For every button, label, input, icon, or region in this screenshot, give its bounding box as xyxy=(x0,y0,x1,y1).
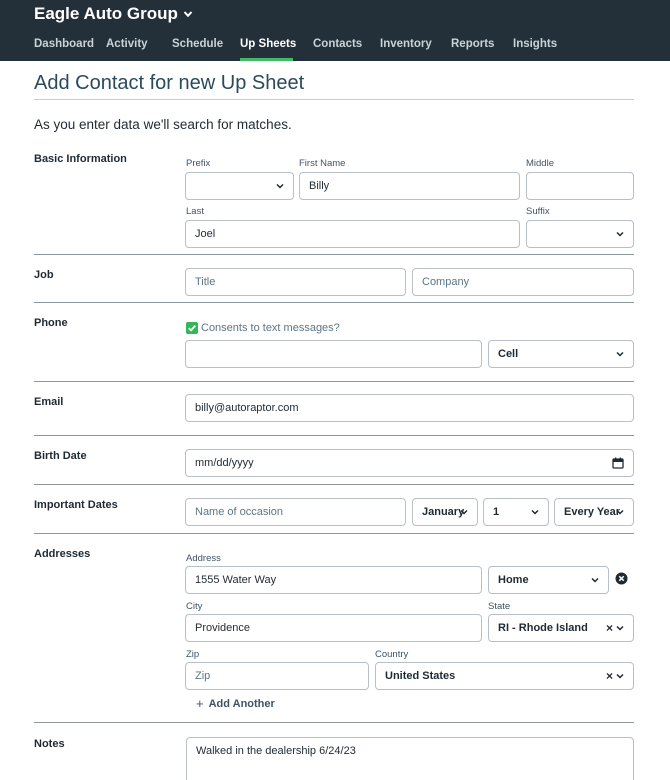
zip-label: Zip xyxy=(186,649,200,660)
suffix-select[interactable] xyxy=(526,220,634,248)
address-label: Address xyxy=(186,553,221,564)
close-circle-icon[interactable] xyxy=(615,572,628,585)
brand-name: Eagle Auto Group xyxy=(34,4,178,23)
nav-dashboard[interactable]: Dashboard xyxy=(34,38,106,61)
address-type-select[interactable]: Home xyxy=(488,566,609,594)
first-name-label: First Name xyxy=(299,158,346,169)
country-select[interactable]: United States × xyxy=(375,662,634,690)
zip-input[interactable]: Zip xyxy=(185,662,369,690)
state-label: State xyxy=(488,601,511,612)
state-select[interactable]: RI - Rhode Island × xyxy=(488,614,634,642)
chevron-down-icon xyxy=(591,577,599,583)
city-label: City xyxy=(186,601,203,612)
chevron-down-icon xyxy=(616,509,624,515)
section-basic-information: Basic Information xyxy=(34,153,127,165)
top-navbar: Eagle Auto Group Dashboard Activity Sche… xyxy=(0,0,670,61)
plus-icon: + xyxy=(196,696,204,711)
middle-label: Middle xyxy=(526,158,554,169)
section-divider xyxy=(34,302,634,303)
title-divider xyxy=(34,99,634,100)
add-another-label: Add Another xyxy=(208,697,275,710)
section-birth-date: Birth Date xyxy=(34,450,87,462)
middle-input[interactable] xyxy=(526,172,634,200)
nav-reports[interactable]: Reports xyxy=(451,38,513,61)
address-input[interactable]: 1555 Water Way xyxy=(185,566,482,594)
nav-inventory[interactable]: Inventory xyxy=(380,38,451,61)
phone-type-select[interactable]: Cell xyxy=(488,340,634,368)
first-name-input[interactable]: Billy xyxy=(299,172,520,200)
section-job: Job xyxy=(34,269,54,281)
brand-dropdown[interactable]: Eagle Auto Group xyxy=(34,4,193,24)
nav-insights[interactable]: Insights xyxy=(513,38,563,61)
occasion-name-input[interactable]: Name of occasion xyxy=(185,498,406,526)
text-consent-label: Consents to text messages? xyxy=(201,322,340,334)
phone-number-input[interactable] xyxy=(185,340,482,368)
nav-up-sheets[interactable]: Up Sheets xyxy=(240,38,296,61)
close-icon[interactable]: × xyxy=(606,669,613,683)
job-title-input[interactable]: Title xyxy=(185,268,406,296)
nav-contacts[interactable]: Contacts xyxy=(313,38,380,61)
occasion-month-select[interactable]: January xyxy=(412,498,478,526)
calendar-icon[interactable] xyxy=(612,457,624,469)
section-divider xyxy=(34,381,634,382)
nav-activity[interactable]: Activity xyxy=(106,38,172,61)
birth-date-input[interactable]: mm/dd/yyyy xyxy=(185,449,634,477)
occasion-repeat-select[interactable]: Every Year xyxy=(554,498,634,526)
chevron-down-icon xyxy=(616,625,624,631)
section-divider xyxy=(34,254,634,255)
country-label: Country xyxy=(375,649,409,660)
last-name-label: Last xyxy=(186,206,204,217)
chevron-down-icon xyxy=(183,11,193,18)
chevron-down-icon xyxy=(616,673,624,679)
chevron-down-icon xyxy=(276,183,284,189)
page-title: Add Contact for new Up Sheet xyxy=(34,72,305,94)
occasion-day-select[interactable]: 1 xyxy=(483,498,549,526)
section-divider xyxy=(34,722,634,723)
prefix-select[interactable] xyxy=(185,172,294,200)
add-another-address-button[interactable]: + Add Another xyxy=(196,696,275,711)
prefix-label: Prefix xyxy=(186,158,211,169)
section-addresses: Addresses xyxy=(34,548,91,560)
suffix-label: Suffix xyxy=(526,206,550,217)
section-phone: Phone xyxy=(34,317,68,329)
nav-schedule[interactable]: Schedule xyxy=(172,38,240,61)
city-input[interactable]: Providence xyxy=(185,614,482,642)
section-email: Email xyxy=(34,396,64,408)
chevron-down-icon xyxy=(616,351,624,357)
section-notes: Notes xyxy=(34,738,65,750)
check-icon xyxy=(186,322,198,334)
section-divider xyxy=(34,533,634,534)
intro-text: As you enter data we'll search for match… xyxy=(34,117,292,132)
email-input[interactable]: billy@autoraptor.com xyxy=(185,394,634,422)
section-important-dates: Important Dates xyxy=(34,499,118,511)
company-input[interactable]: Company xyxy=(412,268,634,296)
chevron-down-icon xyxy=(460,509,468,515)
last-name-input[interactable]: Joel xyxy=(185,220,520,248)
chevron-down-icon xyxy=(616,231,624,237)
section-divider xyxy=(34,484,634,485)
chevron-down-icon xyxy=(531,509,539,515)
main-nav: Dashboard Activity Schedule Up Sheets Co… xyxy=(34,38,563,61)
section-divider xyxy=(34,435,634,436)
text-consent-checkbox[interactable]: Consents to text messages? xyxy=(186,322,340,334)
notes-textarea[interactable]: Walked in the dealership 6/24/23 xyxy=(186,737,634,780)
close-icon[interactable]: × xyxy=(606,621,613,635)
